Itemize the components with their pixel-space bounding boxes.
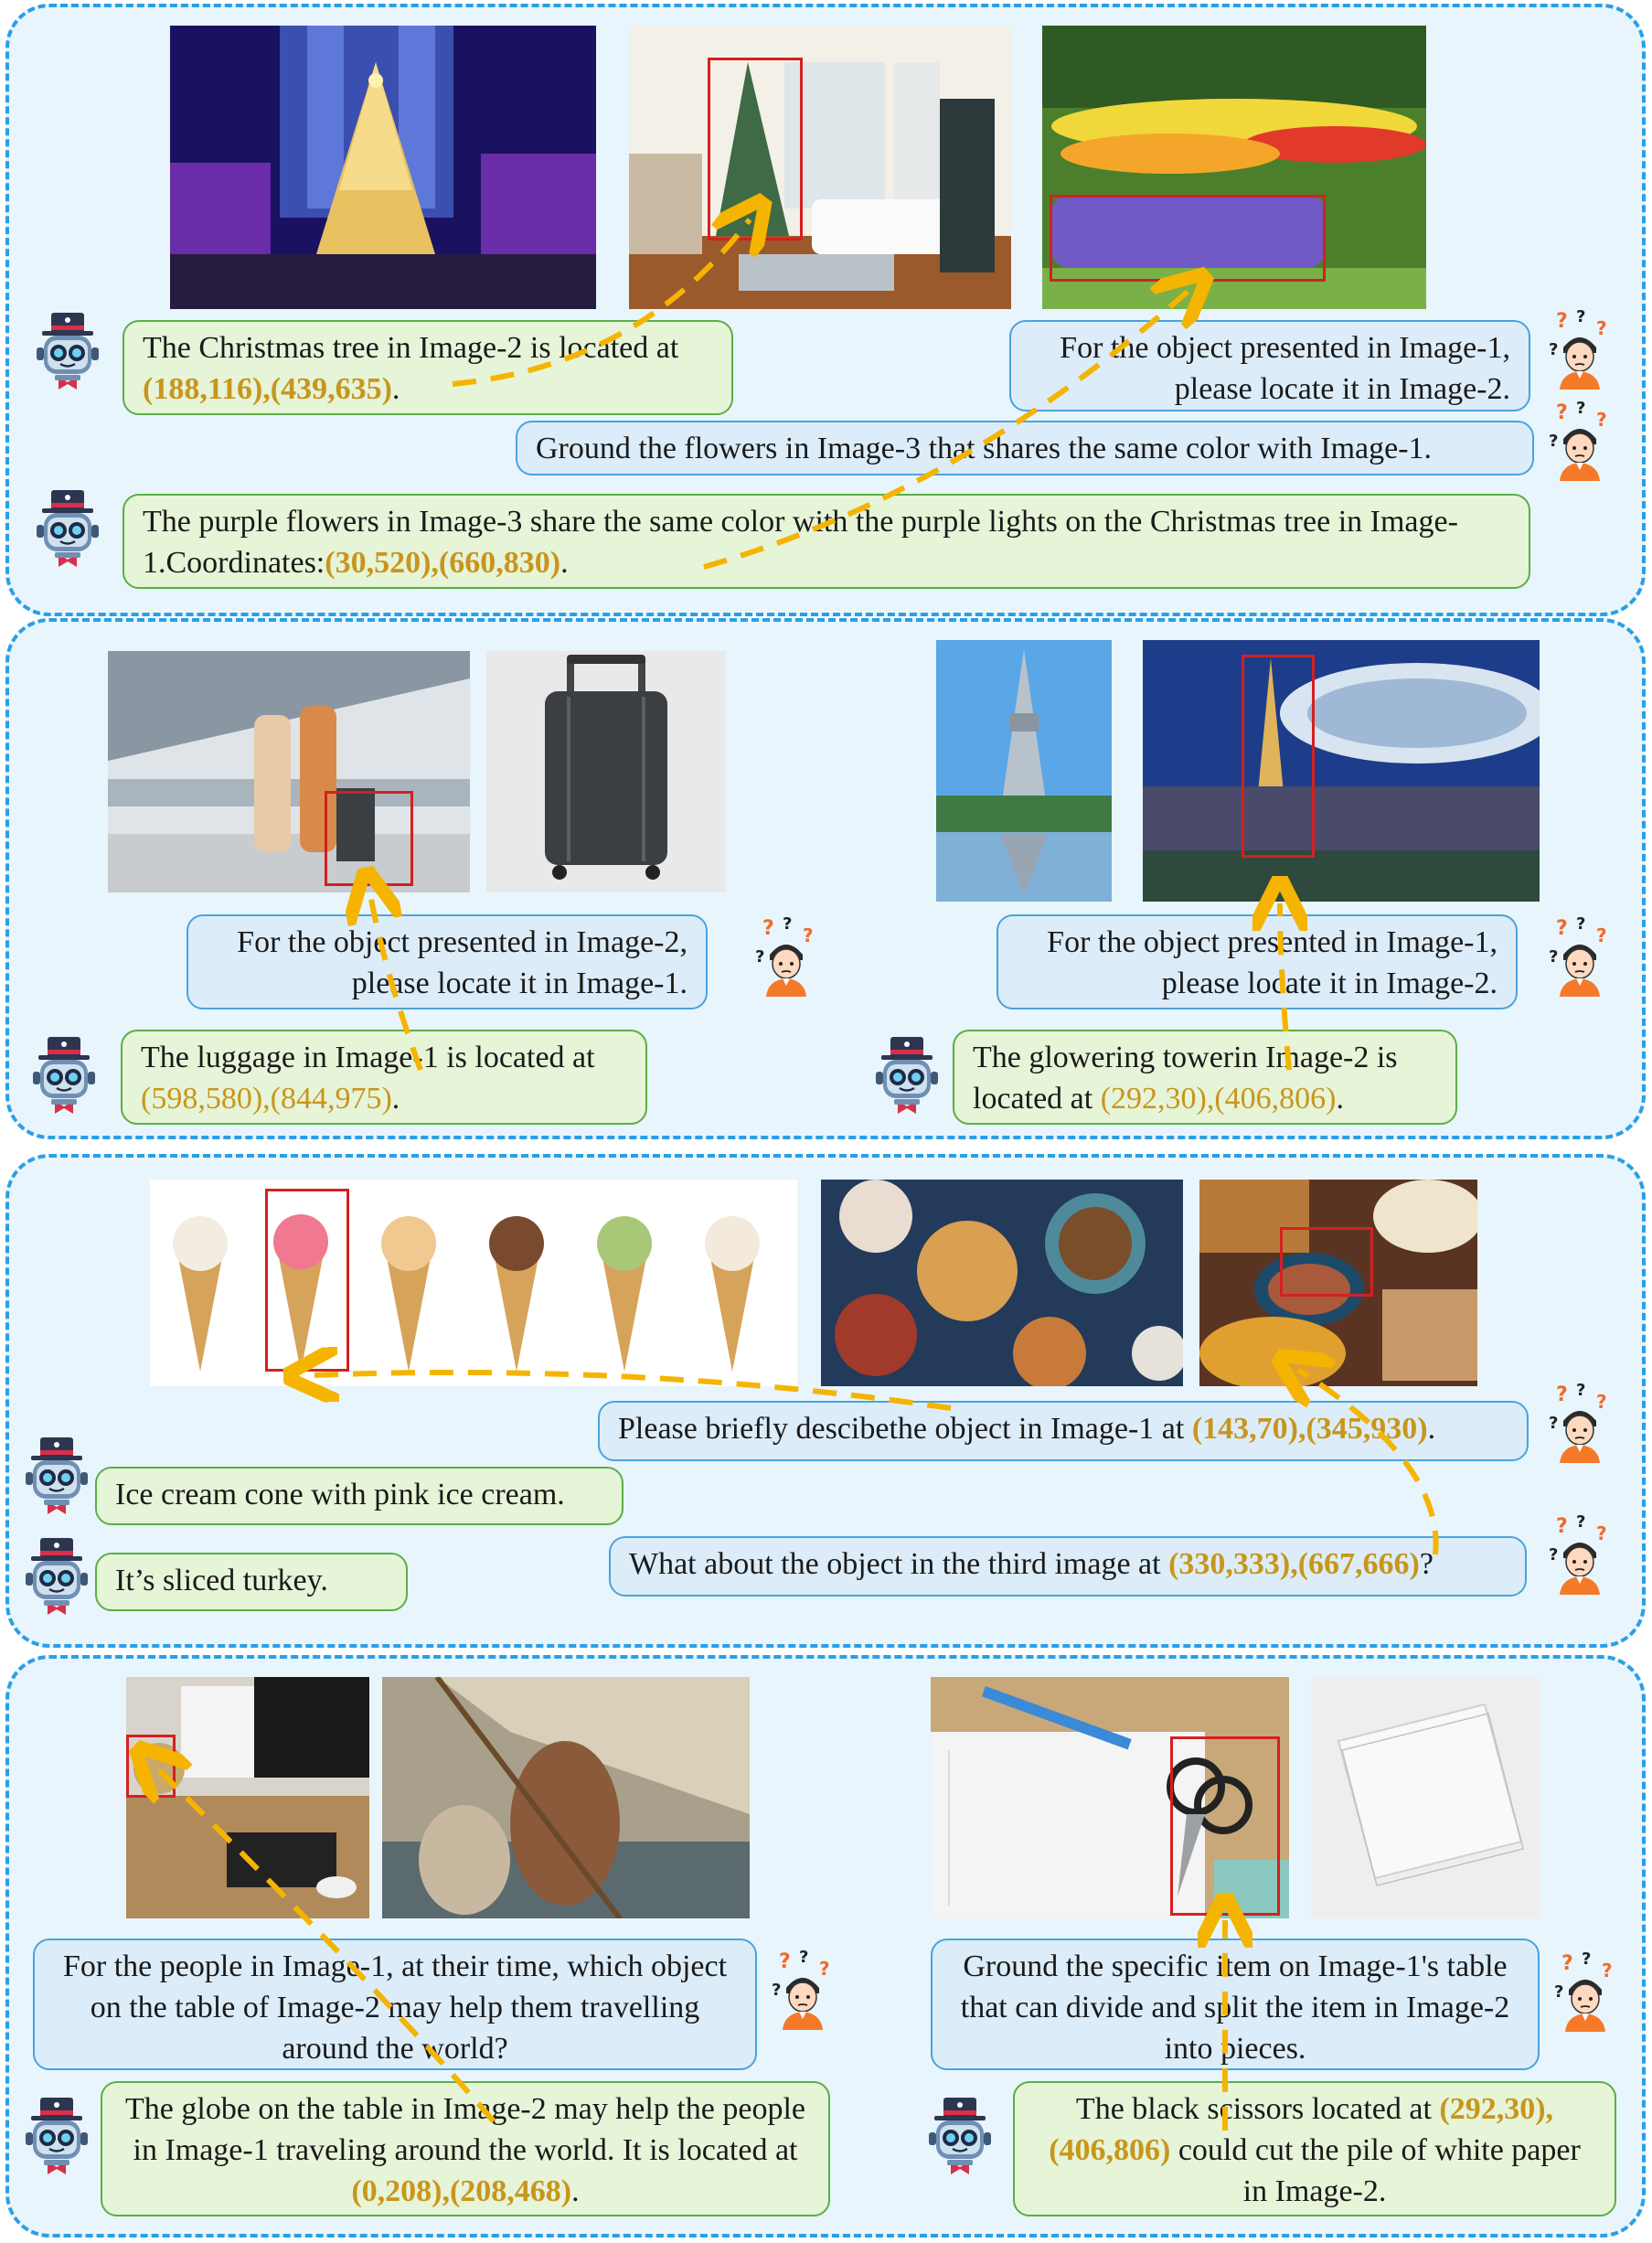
living-room-image bbox=[629, 26, 1011, 309]
user-avatar-icon bbox=[1543, 1512, 1616, 1595]
user-avatar-icon bbox=[1543, 399, 1616, 481]
mezze-platter-image bbox=[821, 1180, 1183, 1386]
user-question-locate-image1: For the object presented in Image-2, plea… bbox=[187, 914, 708, 1009]
bot-answer-turkey: It’s sliced turkey. bbox=[95, 1553, 408, 1611]
christmas-plaza-image bbox=[170, 26, 596, 309]
robot-avatar-icon bbox=[923, 2096, 997, 2178]
user-avatar-icon bbox=[1543, 914, 1616, 997]
user-avatar-icon bbox=[1549, 1949, 1622, 2032]
user-question-locate-image2: For the object presented in Image-1, plea… bbox=[997, 914, 1518, 1009]
user-question-third-image: What about the object in the third image… bbox=[609, 1536, 1527, 1597]
user-question-locate-object: For the object presented in Image-1, plea… bbox=[1009, 320, 1530, 411]
bot-answer-ice-cream: Ice cream cone with pink ice cream. bbox=[95, 1467, 623, 1525]
bot-answer-scissors: The black scissors located at (292,30),(… bbox=[1013, 2081, 1616, 2216]
user-avatar-icon bbox=[1543, 307, 1616, 390]
user-question-ground-flowers: Ground the flowers in Image-3 that share… bbox=[516, 421, 1534, 475]
ancient-sailors-painting-image bbox=[382, 1677, 750, 1918]
user-avatar-icon bbox=[766, 1948, 839, 2030]
robot-avatar-icon bbox=[870, 1035, 943, 1117]
bounding-box-tree bbox=[708, 58, 803, 240]
bounding-box-globe bbox=[126, 1735, 176, 1798]
robot-avatar-icon bbox=[31, 311, 104, 393]
tv-tower-image bbox=[936, 640, 1112, 902]
suitcase-image bbox=[486, 651, 726, 892]
bounding-box-tower bbox=[1242, 655, 1315, 858]
user-avatar-icon bbox=[750, 914, 823, 997]
bot-answer-tower: The glowering towerin Image-2 is located… bbox=[953, 1030, 1457, 1125]
robot-avatar-icon bbox=[20, 1536, 93, 1618]
bot-answer-luggage: The luggage in Image-1 is located at (59… bbox=[121, 1030, 647, 1125]
night-tower-image bbox=[1143, 640, 1540, 902]
ice-cream-cones-image bbox=[150, 1180, 797, 1386]
user-question-describe-object: Please briefly descibethe object in Imag… bbox=[598, 1401, 1529, 1461]
desk-with-globe-image bbox=[126, 1677, 369, 1918]
holiday-dinner-image bbox=[1199, 1180, 1477, 1386]
bot-answer-christmas-tree: The Christmas tree in Image-2 is located… bbox=[123, 320, 733, 415]
bounding-box-pink-cone bbox=[265, 1189, 349, 1372]
robot-avatar-icon bbox=[20, 2096, 93, 2178]
user-question-travel-object: For the people in Image-1, at their time… bbox=[33, 1939, 757, 2070]
bounding-box-flowers bbox=[1050, 195, 1326, 282]
bounding-box-luggage bbox=[325, 791, 413, 886]
paper-stack-image bbox=[1311, 1677, 1540, 1918]
bounding-box-turkey bbox=[1280, 1227, 1373, 1297]
travellers-image bbox=[108, 651, 470, 892]
bot-answer-purple-flowers: The purple flowers in Image-3 share the … bbox=[123, 494, 1530, 589]
user-avatar-icon bbox=[1543, 1381, 1616, 1463]
robot-avatar-icon bbox=[20, 1436, 93, 1518]
robot-avatar-icon bbox=[31, 488, 104, 571]
bounding-box-scissors bbox=[1170, 1736, 1280, 1916]
bot-answer-globe: The globe on the table in Image-2 may he… bbox=[101, 2081, 830, 2216]
robot-avatar-icon bbox=[27, 1035, 101, 1117]
tulip-garden-image bbox=[1042, 26, 1426, 309]
stationery-desk-image bbox=[931, 1677, 1289, 1918]
user-question-divide-item: Ground the specific item on Image-1's ta… bbox=[931, 1939, 1540, 2070]
